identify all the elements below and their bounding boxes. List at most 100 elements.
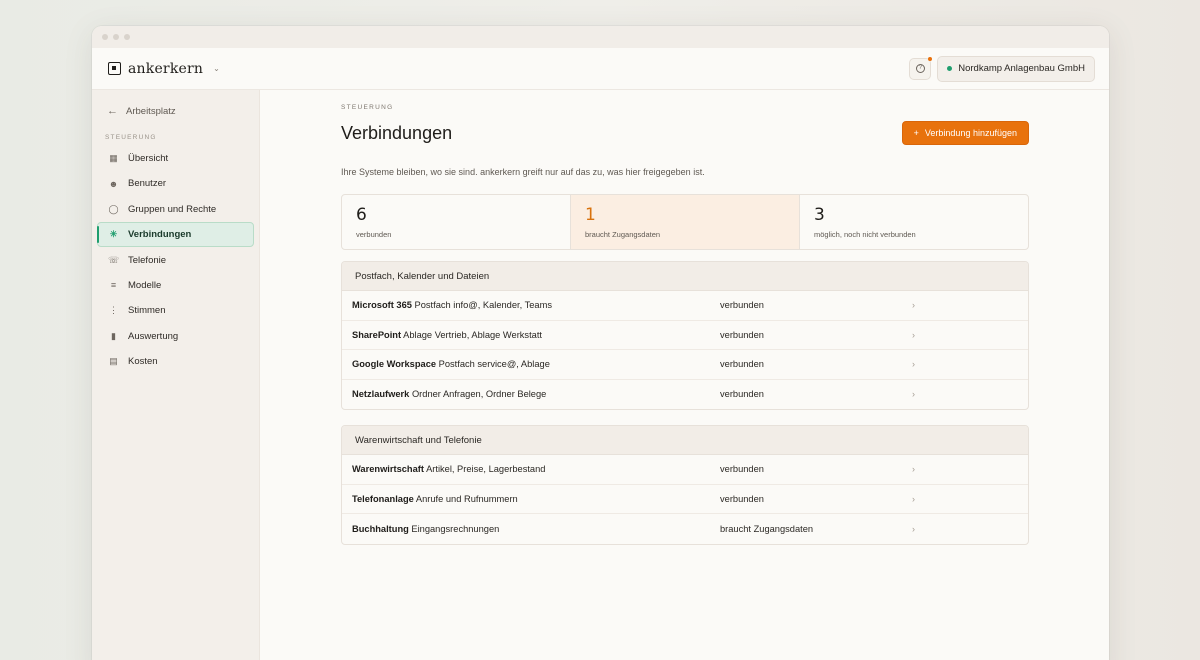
connection-detail: Ablage Vertrieb, Ablage Werkstatt [403,329,543,340]
page-subtitle: Ihre Systeme bleiben, wo sie sind. anker… [341,167,705,177]
stat-value: 3 [814,205,825,225]
connection-group: Warenwirtschaft und Telefonie Warenwirts… [341,425,1029,545]
app-window: ankerkern ⌄ ? Nordkamp Anlagenbau GmbH ←… [92,26,1109,660]
sliders-icon: ≡ [110,280,117,291]
org-name: Nordkamp Anlagenbau GmbH [958,63,1085,74]
notification-dot [928,56,933,61]
help-button[interactable]: ? [909,56,933,80]
shield-icon: ◯ [108,203,119,214]
chevron-right-icon: › [912,464,915,475]
connection-status: verbunden [720,464,764,475]
connection-name: Google Workspace Postfach service@, Abla… [352,359,720,369]
connection-status: verbunden [720,329,764,340]
window-dot[interactable] [102,34,108,40]
connection-name: Warenwirtschaft Artikel, Preise, Lagerbe… [352,464,720,474]
connection-detail: Ordner Anfragen, Ordner Belege [411,389,547,400]
connection-detail: Anrufe und Rufnummern [415,493,518,504]
sidebar-item-uebersicht[interactable]: ▦ Übersicht [97,146,254,171]
back-label: Arbeitsplatz [126,105,176,117]
stat-label: möglich, noch nicht verbunden [814,230,916,239]
stat-value: 6 [356,205,367,225]
sidebar: ← Arbeitsplatz STEUERUNG ▦ Übersicht ☻ B… [92,90,260,660]
sidebar-item-kosten[interactable]: ▤ Kosten [97,349,254,374]
connection-title: Google Workspace [352,359,437,370]
sidebar-item-telefonie[interactable]: ☏ Telefonie [97,248,254,273]
sidebar-item-label: Verbindungen [128,229,192,241]
back-link[interactable]: ← Arbeitsplatz [97,102,254,120]
window-chrome [92,26,1109,48]
connection-row[interactable]: Microsoft 365 Postfach info@, Kalender, … [342,291,1028,321]
connection-name: Microsoft 365 Postfach info@, Kalender, … [352,300,720,310]
sidebar-item-label: Benutzer [128,178,167,190]
org-switcher[interactable]: Nordkamp Anlagenbau GmbH [937,55,1095,82]
sidebar-item-auswertung[interactable]: ▮ Auswertung [97,324,254,349]
connection-name: SharePoint Ablage Vertrieb, Ablage Werks… [352,330,720,340]
bar-chart-icon: ▮ [111,330,116,341]
connection-title: Telefonanlage [352,493,414,504]
arrow-left-icon: ← [107,105,118,117]
sidebar-item-gruppen[interactable]: ◯ Gruppen und Rechte [97,197,254,222]
grid-icon: ▦ [109,153,118,163]
top-bar: ankerkern ⌄ ? Nordkamp Anlagenbau GmbH [92,48,1109,90]
connection-title: Netzlaufwerk [352,389,410,400]
sidebar-section-title: STEUERUNG [105,134,157,141]
chevron-right-icon: › [912,389,915,400]
group-title: Warenwirtschaft und Telefonie [342,426,1028,455]
connection-title: SharePoint [352,329,402,340]
sidebar-item-benutzer[interactable]: ☻ Benutzer [97,171,254,196]
help-icon: ? [915,64,925,73]
chevron-right-icon: › [912,493,915,504]
page-title: Verbindungen [341,122,453,143]
sidebar-item-verbindungen[interactable]: ✳ Verbindungen [97,222,254,248]
connection-row[interactable]: Netzlaufwerk Ordner Anfragen, Ordner Bel… [342,380,1028,410]
group-title: Postfach, Kalender und Dateien [342,262,1028,291]
connection-title: Buchhaltung [352,523,409,534]
connection-status: verbunden [720,359,764,370]
connection-detail: Artikel, Preise, Lagerbestand [426,464,546,475]
sidebar-item-label: Kosten [128,356,158,368]
stat-value: 1 [585,205,596,225]
connection-title: Warenwirtschaft [352,464,424,475]
receipt-icon: ▤ [109,356,118,367]
connection-row[interactable]: Telefonanlage Anrufe und Rufnummern verb… [342,485,1028,514]
stat-label: braucht Zugangsdaten [585,230,661,239]
chevron-right-icon: › [912,523,915,534]
users-icon: ☻ [108,178,119,189]
main-content: STEUERUNG Verbindungen + Verbindung hinz… [341,104,1029,545]
sidebar-item-label: Telefonie [128,254,167,266]
connection-status: verbunden [720,493,764,504]
connection-name: Netzlaufwerk Ordner Anfragen, Ordner Bel… [352,389,720,399]
connection-detail: Postfach service@, Ablage [438,359,550,370]
connections-icon: ✳ [109,229,118,240]
stat-card: 1 braucht Zugangsdaten [571,195,800,249]
connection-row[interactable]: Google Workspace Postfach service@, Abla… [342,350,1028,380]
stat-card: 3 möglich, noch nicht verbunden [800,195,1028,249]
window-dot[interactable] [113,34,119,40]
brand-name: ankerkern [128,60,204,77]
logo-icon [108,62,121,75]
connection-title: Microsoft 365 [352,300,412,311]
connection-status: braucht Zugangsdaten [720,523,814,534]
stats-panel: 6 verbunden 1 braucht Zugangsdaten 3 mög… [341,194,1029,250]
chevron-down-icon: ⌄ [213,64,220,73]
connection-row[interactable]: Warenwirtschaft Artikel, Preise, Lagerbe… [342,455,1028,485]
connection-row[interactable]: Buchhaltung Eingangsrechnungen braucht Z… [342,514,1028,544]
connection-status: verbunden [720,300,764,311]
sidebar-item-label: Auswertung [128,330,179,342]
sidebar-item-stimmen[interactable]: ⋮ Stimmen [97,298,254,323]
stat-label: verbunden [356,230,392,239]
add-connection-label: Verbindung hinzufügen [924,128,1017,138]
window-dot[interactable] [124,34,130,40]
add-connection-button[interactable]: + Verbindung hinzufügen [901,121,1029,145]
chevron-right-icon: › [912,359,915,370]
sidebar-item-label: Modelle [128,279,162,291]
sidebar-item-label: Stimmen [128,305,166,317]
sidebar-item-modelle[interactable]: ≡ Modelle [97,273,254,298]
waveform-icon: ⋮ [109,305,118,316]
phone-icon: ☏ [108,254,120,265]
brand-switcher[interactable]: ankerkern ⌄ [108,61,220,77]
connection-row[interactable]: SharePoint Ablage Vertrieb, Ablage Werks… [342,321,1028,350]
stat-card: 6 verbunden [342,195,571,249]
chevron-right-icon: › [912,329,915,340]
connection-status: verbunden [720,389,764,400]
